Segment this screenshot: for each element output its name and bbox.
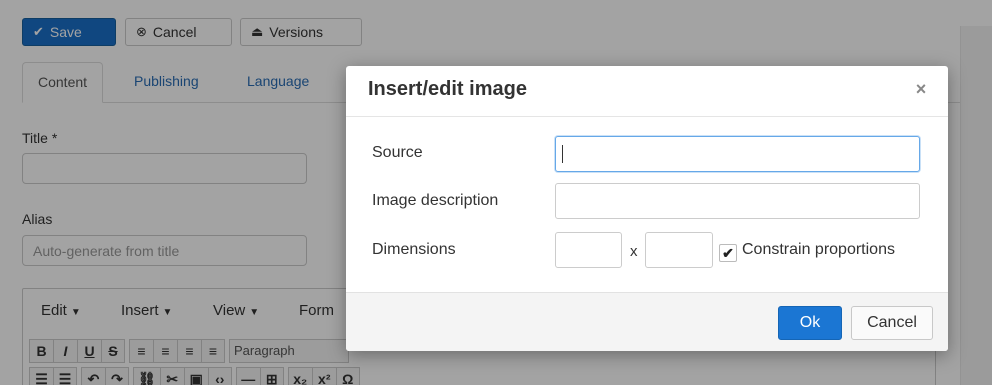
source-label: Source	[372, 144, 423, 161]
dialog-title: Insert/edit image	[368, 78, 527, 100]
dialog-cancel-button[interactable]: Cancel	[851, 306, 933, 340]
cms-editor-page: ✔ Save ⊗ Cancel ⏏ Versions Content Publi…	[0, 0, 992, 385]
constrain-proportions-checkbox[interactable]: ✔	[719, 244, 737, 262]
constrain-proportions-label[interactable]: Constrain proportions	[742, 241, 895, 259]
dialog-footer: Ok Cancel	[346, 292, 948, 351]
image-description-label: Image description	[372, 192, 499, 209]
text-cursor	[562, 145, 563, 163]
insert-image-dialog: Insert/edit image × Source Image descrip…	[346, 66, 948, 351]
image-description-input[interactable]	[555, 183, 920, 219]
close-icon[interactable]: ×	[911, 79, 931, 99]
width-input[interactable]	[555, 232, 622, 268]
dimension-separator: x	[630, 243, 638, 260]
dimensions-label: Dimensions	[372, 241, 456, 258]
dialog-header: Insert/edit image ×	[346, 66, 948, 117]
ok-button[interactable]: Ok	[778, 306, 842, 340]
checkmark-icon: ✔	[722, 245, 734, 261]
source-input[interactable]	[555, 136, 920, 172]
height-input[interactable]	[645, 232, 713, 268]
